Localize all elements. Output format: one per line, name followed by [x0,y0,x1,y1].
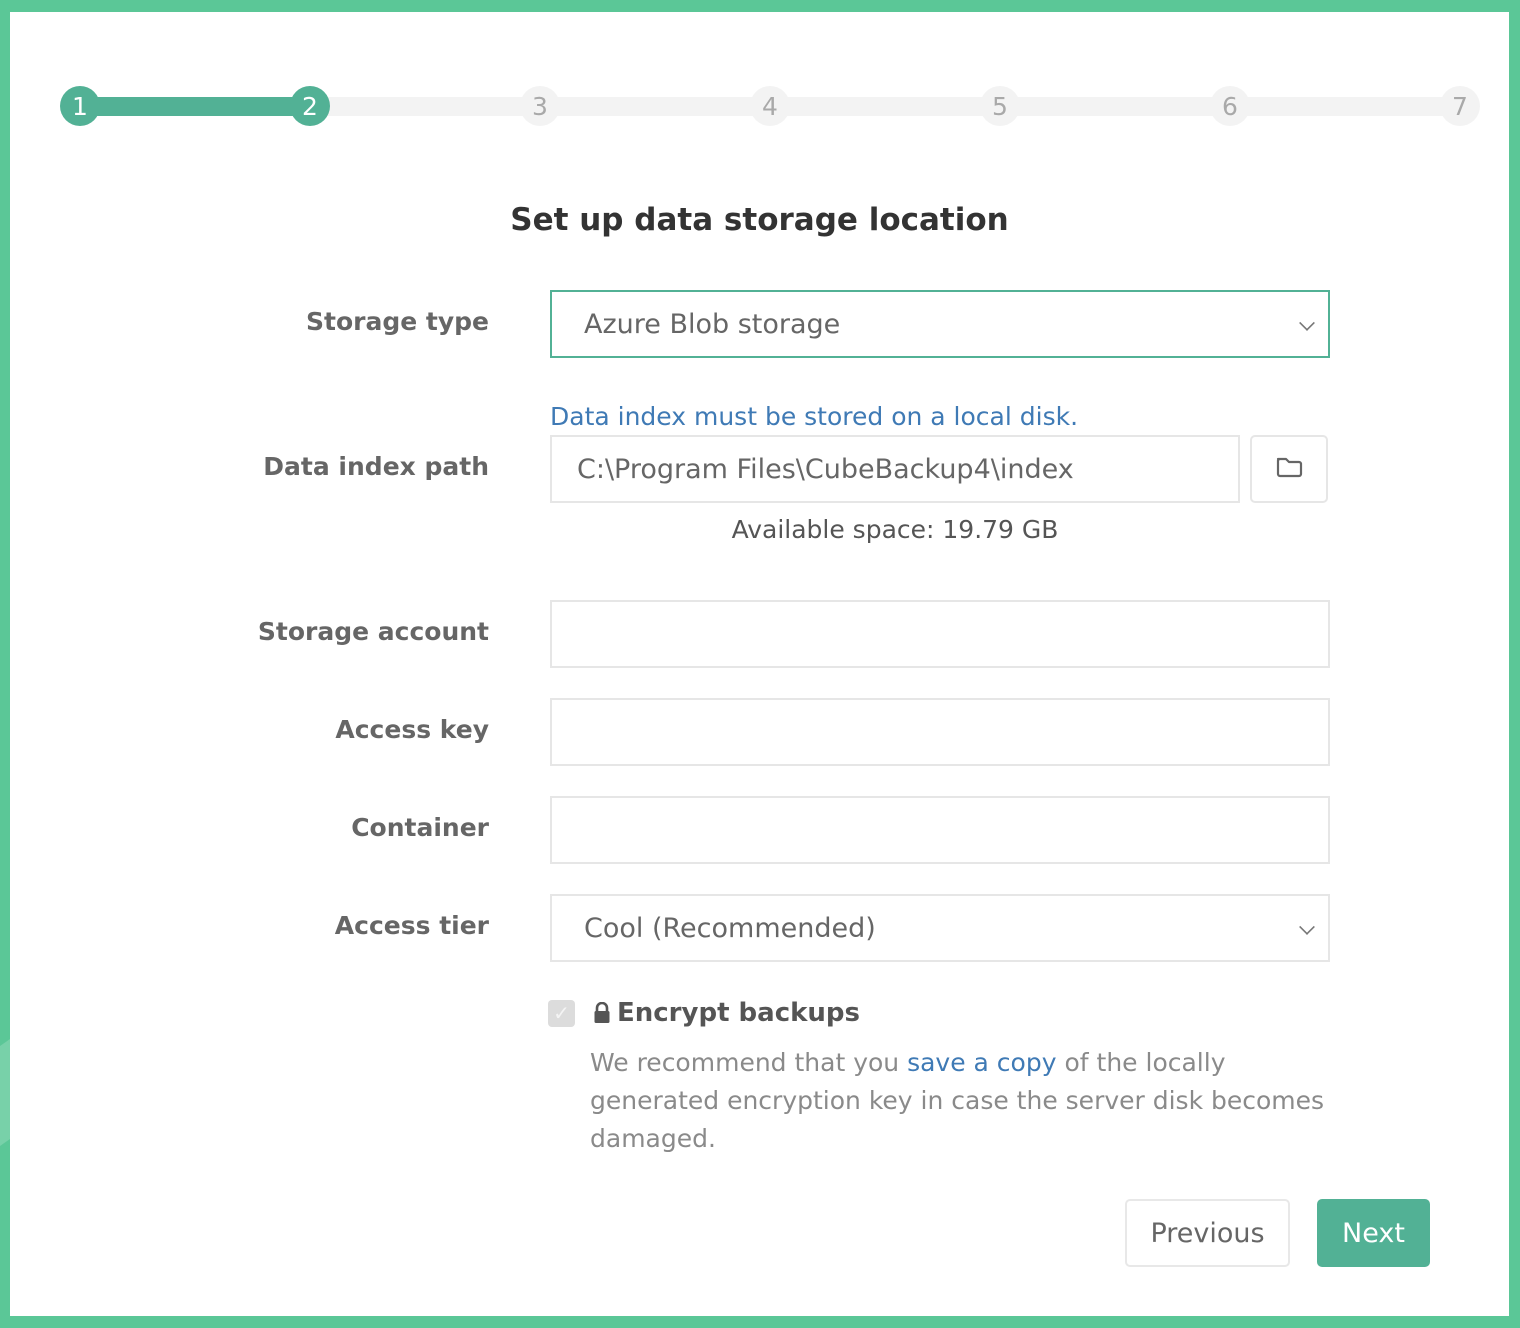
data-index-path-input[interactable]: C:\Program Files\CubeBackup4\index [550,435,1240,503]
encryption-note: We recommend that you save a copy of the… [590,1044,1350,1158]
progress-stepper: 1 2 3 4 5 6 7 [60,86,1480,126]
data-index-hint: Data index must be stored on a local dis… [550,402,1079,431]
step-4: 4 [750,86,790,126]
folder-icon [1275,455,1303,483]
data-index-path-label: Data index path [263,452,489,481]
step-1: 1 [60,86,100,126]
storage-type-label: Storage type [306,307,489,336]
encrypt-backups-checkbox[interactable]: ✓ [548,999,575,1027]
chevron-down-icon [1299,315,1315,331]
note-text-before: We recommend that you [590,1048,908,1077]
access-key-input[interactable] [550,698,1330,766]
data-index-path-value: C:\Program Files\CubeBackup4\index [577,453,1074,485]
chevron-down-icon [1299,919,1315,935]
step-5: 5 [980,86,1020,126]
storage-type-select[interactable]: Azure Blob storage [550,290,1330,358]
encrypt-backups-label: Encrypt backups [617,998,861,1028]
step-6: 6 [1210,86,1250,126]
access-tier-label: Access tier [334,911,489,940]
storage-account-input[interactable] [550,600,1330,668]
container-input[interactable] [550,796,1330,864]
save-a-copy-link[interactable]: save a copy [907,1048,1056,1077]
previous-button[interactable]: Previous [1125,1199,1290,1267]
lock-icon [593,1002,611,1024]
available-space-text: Available space: 19.79 GB [731,515,1059,544]
encrypt-backups-row: ✓ Encrypt backups [548,998,860,1028]
step-3: 3 [520,86,560,126]
stepper-progress-fill [80,97,310,116]
container-label: Container [351,813,489,842]
storage-account-label: Storage account [257,617,489,646]
step-7: 7 [1440,86,1480,126]
browse-folder-button[interactable] [1250,435,1328,503]
storage-type-value: Azure Blob storage [584,308,841,340]
access-tier-select[interactable]: Cool (Recommended) [550,894,1330,962]
access-key-label: Access key [335,715,489,744]
next-button[interactable]: Next [1317,1199,1430,1267]
step-2: 2 [290,86,330,126]
page-title: Set up data storage location [510,202,1009,238]
access-tier-value: Cool (Recommended) [584,912,876,944]
setup-wizard-panel: 1 2 3 4 5 6 7 Set up data storage location Sto… [10,12,1509,1316]
